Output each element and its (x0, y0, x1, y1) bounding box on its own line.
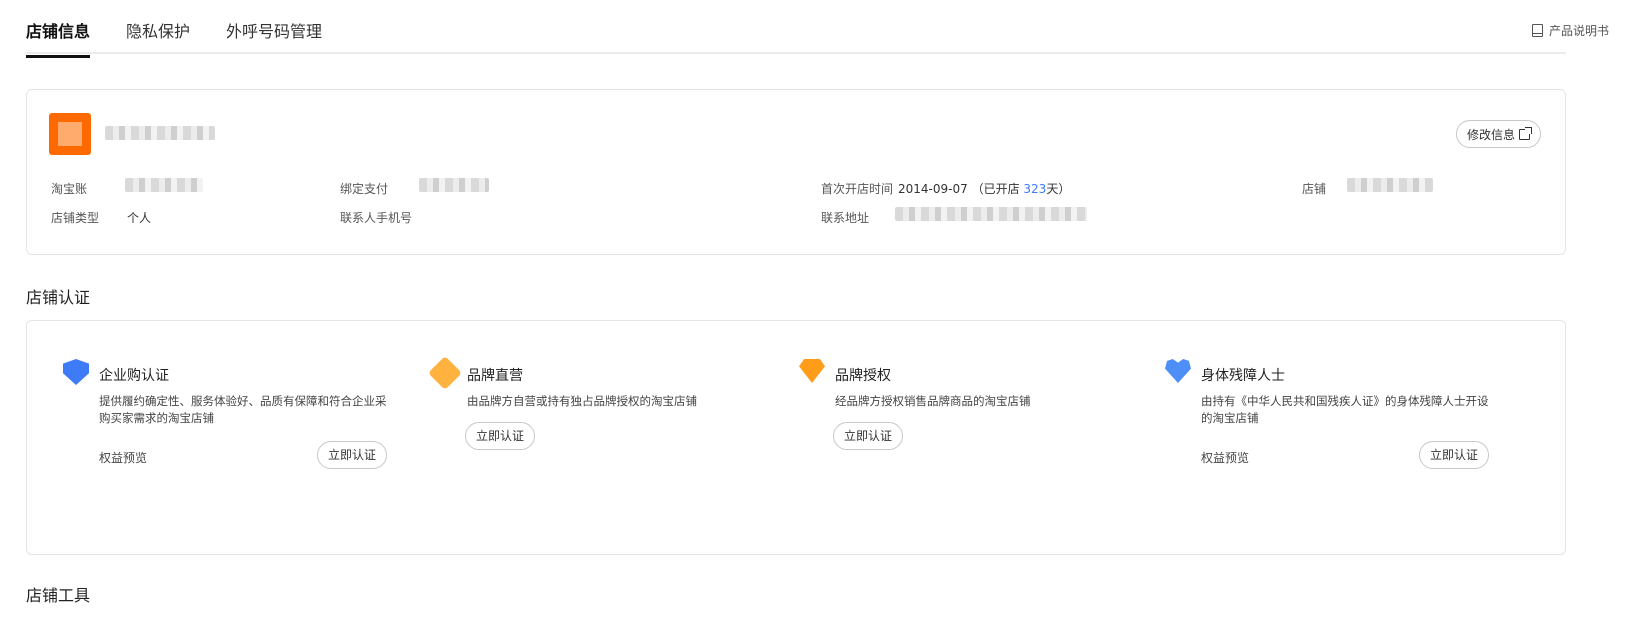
tab-store-info[interactable]: 店铺信息 (26, 18, 91, 58)
edit-info-label: 修改信息 (1466, 127, 1515, 142)
alipay-label: 绑定支付 (340, 182, 389, 196)
contact-address-redacted (895, 207, 1087, 221)
tab-privacy[interactable]: 隐私保护 (126, 18, 190, 55)
edit-info-button[interactable]: 修改信息 (1455, 120, 1541, 148)
product-manual-link[interactable]: 产品说明书 (1531, 22, 1609, 39)
rights-preview-link[interactable]: 权益预览 (99, 449, 147, 466)
first-open-date: 2014-09-07 (898, 182, 968, 196)
product-manual-label: 产品说明书 (1548, 24, 1609, 38)
rights-preview-link[interactable]: 权益预览 (1201, 449, 1249, 466)
first-open-value: 2014-09-07 （已开店 323天） (898, 180, 1070, 197)
cert-title: 品牌直营 (467, 368, 523, 384)
certify-now-button[interactable]: 立即认证 (316, 441, 387, 469)
cert-enterprise: 企业购认证 提供履约确定性、服务体验好、品质有保障和符合企业采购买家需求的淘宝店… (63, 359, 399, 471)
shield-check-icon (63, 359, 89, 385)
cert-desc: 提供履约确定性、服务体验好、品质有保障和符合企业采购买家需求的淘宝店铺 (99, 394, 387, 425)
certification-section-title: 店铺认证 (26, 288, 91, 307)
cert-disabled: 身体残障人士 由持有《中华人民共和国残疾人证》的身体残障人士开设的淘宝店铺 权益… (1165, 359, 1501, 471)
open-days-suffix: 天） (1046, 182, 1071, 196)
open-days-prefix: （已开店 (971, 182, 1024, 196)
shop-redacted (1347, 178, 1433, 192)
store-name-redacted (105, 126, 215, 140)
cert-desc: 经品牌方授权销售品牌商品的淘宝店铺 (835, 394, 1031, 408)
book-icon (1531, 24, 1543, 37)
cert-desc: 由品牌方自营或持有独占品牌授权的淘宝店铺 (467, 394, 697, 408)
external-link-icon (1519, 126, 1532, 140)
alipay-redacted (419, 178, 489, 192)
heart-accessibility-icon (1165, 359, 1191, 385)
certification-card: 企业购认证 提供履约确定性、服务体验好、品质有保障和符合企业采购买家需求的淘宝店… (26, 320, 1566, 555)
diamond-icon (799, 359, 825, 385)
first-open-label: 首次开店时间 (821, 182, 894, 196)
top-tabs: 店铺信息 隐私保护 外呼号码管理 (26, 0, 1566, 58)
certify-now-button[interactable]: 立即认证 (1418, 441, 1489, 469)
store-info-card: 修改信息 淘宝账 绑定支付 首次开店时间 2014-09-07 （已开店 323… (26, 89, 1566, 255)
contact-phone-label: 联系人手机号 (340, 211, 413, 225)
shop-type-value: 个人 (127, 211, 152, 225)
contact-address-label: 联系地址 (821, 211, 870, 225)
shop-type-label: 店铺类型 (51, 211, 100, 225)
tag-icon (428, 356, 462, 390)
cert-title: 身体残障人士 (1201, 368, 1285, 384)
cert-desc: 由持有《中华人民共和国残疾人证》的身体残障人士开设的淘宝店铺 (1201, 394, 1489, 425)
cert-title: 企业购认证 (99, 368, 169, 384)
tab-outbound-number[interactable]: 外呼号码管理 (226, 18, 322, 55)
store-tools-section-title: 店铺工具 (26, 586, 91, 605)
cert-brand-authorized: 品牌授权 经品牌方授权销售品牌商品的淘宝店铺 立即认证 (799, 359, 1135, 452)
shop-label: 店铺 (1302, 182, 1327, 196)
open-days-count: 323 (1023, 182, 1047, 196)
certify-now-button[interactable]: 立即认证 (833, 422, 904, 450)
cert-brand-direct: 品牌直营 由品牌方自营或持有独占品牌授权的淘宝店铺 立即认证 (428, 356, 767, 452)
certify-now-button[interactable]: 立即认证 (465, 422, 536, 450)
taobao-account-label: 淘宝账 (51, 182, 88, 196)
store-logo (49, 113, 91, 155)
taobao-account-redacted (125, 178, 203, 192)
cert-title: 品牌授权 (835, 368, 891, 384)
